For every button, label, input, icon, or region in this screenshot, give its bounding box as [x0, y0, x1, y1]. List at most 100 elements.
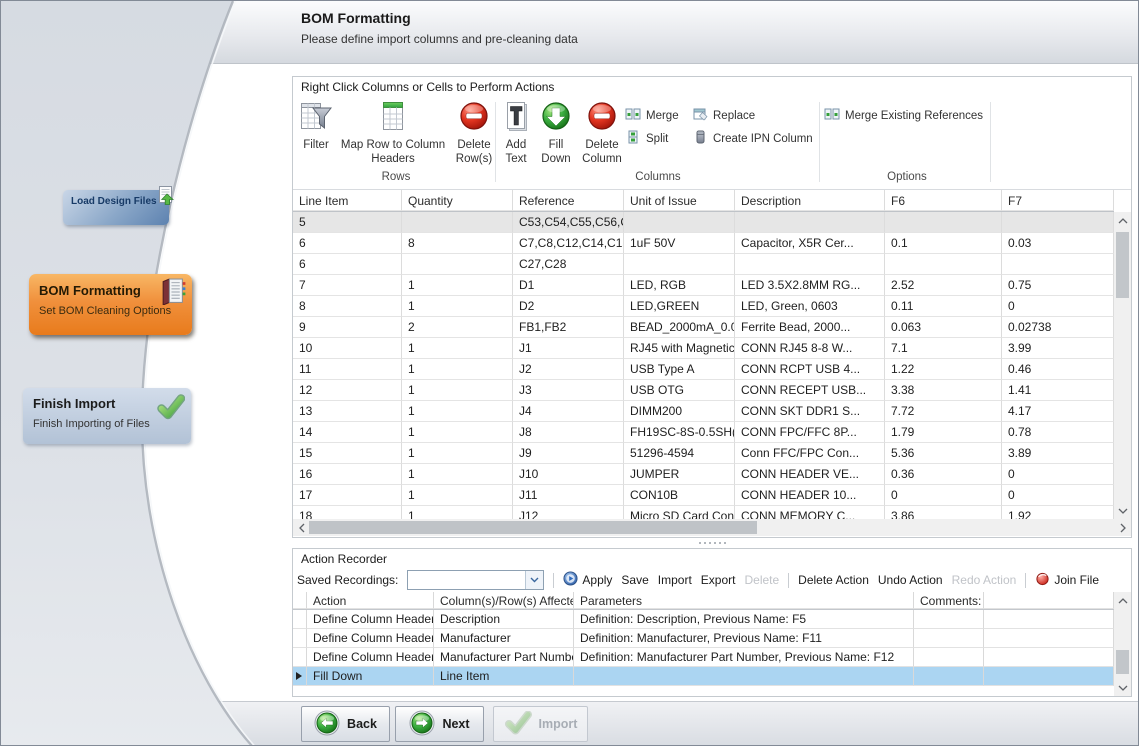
table-cell[interactable]: [1002, 254, 1114, 275]
table-cell[interactable]: 1: [402, 296, 513, 317]
filter-button[interactable]: Filter: [295, 100, 337, 153]
row-selector-cell[interactable]: [293, 667, 307, 686]
table-cell[interactable]: [402, 254, 513, 275]
table-cell[interactable]: C53,C54,C55,C56,C...: [513, 212, 624, 233]
table-cell[interactable]: 9: [293, 317, 402, 338]
table-cell[interactable]: J8: [513, 422, 624, 443]
row-selector-cell[interactable]: [293, 648, 307, 667]
table-cell[interactable]: 0: [1002, 464, 1114, 485]
table-cell[interactable]: 1: [402, 422, 513, 443]
table-cell[interactable]: JUMPER: [624, 464, 735, 485]
table-cell[interactable]: CONN RECEPT USB...: [735, 380, 885, 401]
column-header[interactable]: Quantity: [402, 190, 513, 211]
action-cell[interactable]: [984, 629, 1114, 648]
scroll-up-button[interactable]: [1114, 592, 1131, 609]
table-cell[interactable]: [735, 212, 885, 233]
table-cell[interactable]: J4: [513, 401, 624, 422]
back-button[interactable]: Back: [301, 706, 390, 742]
table-cell[interactable]: [735, 254, 885, 275]
table-cell[interactable]: J9: [513, 443, 624, 464]
action-vertical-scrollbar[interactable]: [1114, 592, 1131, 696]
table-cell[interactable]: CONN FPC/FFC 8P...: [735, 422, 885, 443]
delete-rows-button[interactable]: Delete Row(s): [451, 100, 497, 167]
table-cell[interactable]: CONN MEMORY C...: [735, 506, 885, 519]
map-row-to-column-headers-button[interactable]: Map Row to Column Headers: [337, 100, 449, 167]
table-cell[interactable]: 1: [402, 464, 513, 485]
table-row[interactable]: 171J11CON10BCONN HEADER 10...00: [293, 485, 1114, 506]
table-cell[interactable]: CONN SKT DDR1 S...: [735, 401, 885, 422]
table-cell[interactable]: LED, Green, 0603: [735, 296, 885, 317]
table-row[interactable]: 81D2LED,GREENLED, Green, 06030.110: [293, 296, 1114, 317]
scroll-thumb[interactable]: [309, 521, 757, 534]
action-cell[interactable]: Definition: Manufacturer, Previous Name:…: [574, 629, 914, 648]
column-header[interactable]: Column(s)/Row(s) Affected: [434, 592, 574, 609]
table-cell[interactable]: D1: [513, 275, 624, 296]
table-cell[interactable]: J3: [513, 380, 624, 401]
table-cell[interactable]: 18: [293, 506, 402, 519]
table-cell[interactable]: 11: [293, 359, 402, 380]
action-cell[interactable]: Define Column Header: [307, 648, 434, 667]
merge-existing-references-button[interactable]: Merge Existing References: [824, 106, 983, 125]
export-button[interactable]: Export: [701, 573, 736, 587]
table-cell[interactable]: FH19SC-8S-0.5SH(...: [624, 422, 735, 443]
table-cell[interactable]: 0.46: [1002, 359, 1114, 380]
table-cell[interactable]: 1: [402, 443, 513, 464]
table-cell[interactable]: 7.72: [885, 401, 1002, 422]
action-cell[interactable]: [914, 648, 984, 667]
table-cell[interactable]: 1: [402, 401, 513, 422]
row-selector-cell[interactable]: [293, 629, 307, 648]
splitter-handle[interactable]: [293, 540, 1131, 546]
table-row[interactable]: 101J1RJ45 with MagneticsCONN RJ45 8-8 W.…: [293, 338, 1114, 359]
action-cell[interactable]: Manufacturer: [434, 629, 574, 648]
table-cell[interactable]: 16: [293, 464, 402, 485]
step-card-bom-formatting[interactable]: BOM Formatting Set BOM Cleaning Options: [29, 274, 192, 335]
table-cell[interactable]: Capacitor, X5R Cer...: [735, 233, 885, 254]
action-cell[interactable]: Description: [434, 610, 574, 629]
action-cell[interactable]: Definition: Manufacturer Part Number, Pr…: [574, 648, 914, 667]
table-cell[interactable]: 5: [293, 212, 402, 233]
table-cell[interactable]: 1: [402, 485, 513, 506]
next-button[interactable]: Next: [395, 706, 484, 742]
scroll-right-button[interactable]: [1114, 519, 1131, 536]
table-cell[interactable]: CONN HEADER VE...: [735, 464, 885, 485]
table-cell[interactable]: 0.063: [885, 317, 1002, 338]
table-cell[interactable]: 0: [885, 485, 1002, 506]
table-cell[interactable]: 4.17: [1002, 401, 1114, 422]
import-recording-button[interactable]: Import: [658, 573, 692, 587]
table-cell[interactable]: C7,C8,C12,C14,C15,...: [513, 233, 624, 254]
undo-action-button[interactable]: Undo Action: [878, 573, 943, 587]
table-cell[interactable]: C27,C28: [513, 254, 624, 275]
fill-down-button[interactable]: Fill Down: [537, 100, 575, 167]
table-cell[interactable]: 12: [293, 380, 402, 401]
table-cell[interactable]: 7: [293, 275, 402, 296]
table-cell[interactable]: J11: [513, 485, 624, 506]
table-cell[interactable]: 6: [293, 233, 402, 254]
table-cell[interactable]: 0: [1002, 296, 1114, 317]
row-selector-cell[interactable]: [293, 610, 307, 629]
table-cell[interactable]: USB OTG: [624, 380, 735, 401]
table-cell[interactable]: 0.03: [1002, 233, 1114, 254]
table-cell[interactable]: LED,GREEN: [624, 296, 735, 317]
table-cell[interactable]: 6: [293, 254, 402, 275]
table-cell[interactable]: [885, 212, 1002, 233]
action-cell[interactable]: [984, 648, 1114, 667]
table-row[interactable]: 111J2USB Type ACONN RCPT USB 4...1.220.4…: [293, 359, 1114, 380]
action-cell[interactable]: [914, 667, 984, 686]
table-row[interactable]: 151J951296-4594Conn FFC/FPC Con...5.363.…: [293, 443, 1114, 464]
action-cell[interactable]: Fill Down: [307, 667, 434, 686]
scroll-thumb[interactable]: [1116, 650, 1129, 674]
table-cell[interactable]: J12: [513, 506, 624, 519]
table-row[interactable]: 68C7,C8,C12,C14,C15,...1uF 50VCapacitor,…: [293, 233, 1114, 254]
action-cell[interactable]: Manufacturer Part Number: [434, 648, 574, 667]
table-cell[interactable]: [624, 254, 735, 275]
table-cell[interactable]: 1: [402, 359, 513, 380]
action-cell[interactable]: [984, 610, 1114, 629]
column-header[interactable]: Action: [307, 592, 434, 609]
table-cell[interactable]: 0: [1002, 485, 1114, 506]
table-cell[interactable]: 2: [402, 317, 513, 338]
action-row[interactable]: Define Column HeaderDescriptionDefinitio…: [293, 610, 1114, 629]
action-cell[interactable]: [574, 667, 914, 686]
column-header[interactable]: Reference: [513, 190, 624, 211]
table-cell[interactable]: 2.52: [885, 275, 1002, 296]
table-row[interactable]: 141J8FH19SC-8S-0.5SH(...CONN FPC/FFC 8P.…: [293, 422, 1114, 443]
